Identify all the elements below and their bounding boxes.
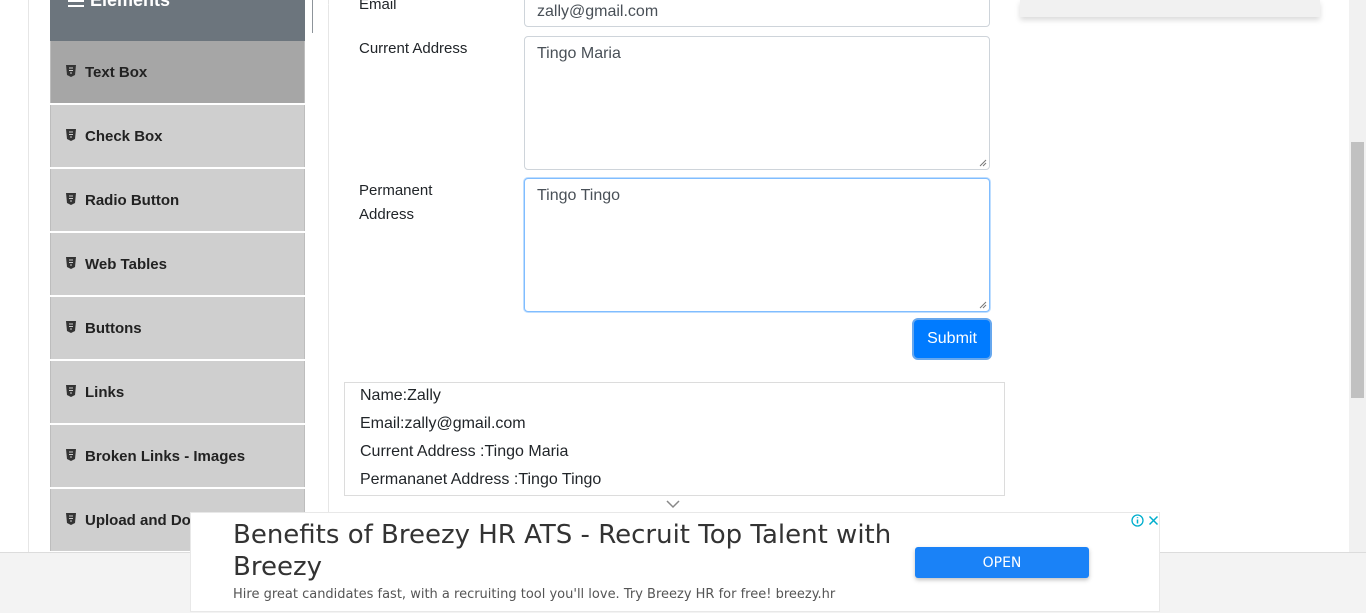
elements-group-header[interactable]: Elements [50,0,338,41]
permanent-address-label-line2: Address [359,206,415,223]
sidebar-item-text-box[interactable]: Text Box [50,41,305,103]
sidebar-item-label: Radio Button [85,192,180,209]
current-address-value: Tingo Maria [537,45,621,62]
ad-open-button[interactable]: OPEN [915,547,1089,578]
output-permanent-address: Permananet Address :Tingo Tingo [360,471,602,488]
sidebar-item-buttons[interactable]: Buttons [50,297,305,359]
sidebar-item-label: Buttons [85,320,142,337]
html5-icon [66,193,76,205]
close-icon[interactable] [1147,514,1160,527]
ad-banner[interactable]: Benefits of Breezy HR ATS - Recruit Top … [190,512,1160,612]
sidebar-item-label: Text Box [85,64,148,81]
html5-icon [66,513,76,525]
email-label: Email [359,0,397,13]
top-right-ad-slot [1020,0,1320,17]
sidebar-item-radio-button[interactable]: Radio Button [50,169,305,231]
html5-icon [66,385,76,397]
sidebar-item-links[interactable]: Links [50,361,305,423]
output-name: Name:Zally [360,387,441,404]
chevron-down-icon[interactable] [666,499,680,509]
group-title: Elements [68,0,170,11]
header-divider [312,0,313,33]
current-address-label: Current Address [359,40,468,57]
output-email: Email:zally@gmail.com [360,415,526,432]
scrollbar-thumb[interactable] [1351,142,1364,398]
html5-icon [66,321,76,333]
email-field[interactable]: zally@gmail.com [524,0,990,27]
ad-headline[interactable]: Benefits of Breezy HR ATS - Recruit Top … [233,519,893,583]
info-icon[interactable] [1131,514,1144,527]
permanent-address-value: Tingo Tingo [537,187,621,204]
sidebar-menu: Text Box Check Box Radio Button Web Tabl… [50,41,305,553]
html5-icon [66,449,76,461]
submit-button[interactable]: Submit [914,320,990,358]
resize-grip-icon[interactable] [979,301,987,309]
sidebar-item-label: Broken Links - Images [85,448,246,465]
sidebar-item-label: Web Tables [85,256,167,273]
html5-icon [66,65,76,77]
email-value: zally@gmail.com [537,3,659,20]
current-address-textarea[interactable]: Tingo Maria [524,36,990,170]
sidebar-item-web-tables[interactable]: Web Tables [50,233,305,295]
content-divider [328,0,329,552]
left-divider [28,0,29,552]
sidebar-item-broken-links[interactable]: Broken Links - Images [50,425,305,487]
sidebar-item-label: Check Box [85,128,163,145]
sidebar-item-label: Links [85,384,125,401]
collapse-icon[interactable] [324,0,342,14]
sidebar-item-label: Upload and Do [85,512,191,529]
html5-icon [66,257,76,269]
permanent-address-label: Permanent Address [359,179,432,227]
output-current-address: Current Address :Tingo Maria [360,443,569,460]
output-panel: Name:Zally Email:zally@gmail.com Current… [344,382,1005,496]
resize-grip-icon[interactable] [979,159,987,167]
group-title-label: Elements [90,0,171,10]
menu-icon [68,0,84,10]
permanent-address-label-line1: Permanent [359,182,433,199]
permanent-address-textarea[interactable]: Tingo Tingo [524,178,990,312]
sidebar-item-check-box[interactable]: Check Box [50,105,305,167]
html5-icon [66,129,76,141]
ad-subtext[interactable]: Hire great candidates fast, with a recru… [233,587,835,602]
